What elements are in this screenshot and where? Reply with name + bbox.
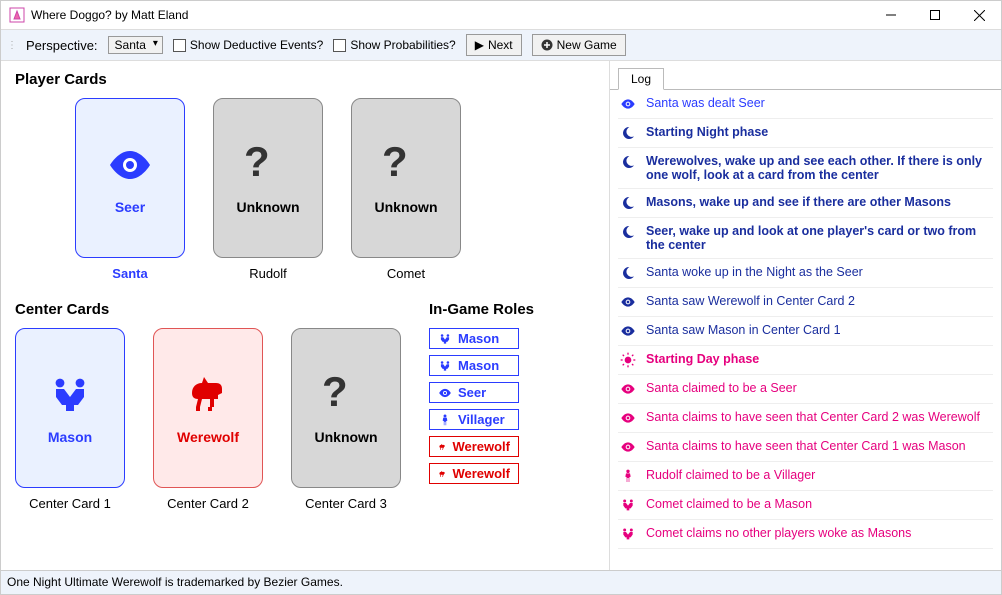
toolbar: ⋮ Perspective: Santa Show Deductive Even… [1,29,1001,61]
card-role: Unknown [375,199,438,215]
log-list[interactable]: Santa was dealt SeerStarting Night phase… [610,89,1001,570]
moon-icon [620,265,636,281]
mason-icon [620,526,636,542]
log-entry: Masons, wake up and see if there are oth… [618,189,993,218]
card[interactable]: ? Unknown Center Card 3 [291,328,401,511]
eye-icon [106,141,154,189]
tab-log[interactable]: Log [618,68,664,90]
wolf-icon [184,371,232,419]
show-deductive-checkbox[interactable]: Show Deductive Events? [173,38,323,52]
card-role: Mason [48,429,92,445]
log-entry: Starting Day phase [618,346,993,375]
card-name: Comet [387,266,425,281]
card-role: Unknown [315,429,378,445]
wolf-icon [438,467,446,481]
mason-icon [620,497,636,513]
perspective-label: Perspective: [26,38,98,53]
log-entry: Rudolf claimed to be a Villager [618,462,993,491]
mason-icon [46,371,94,419]
log-entry: Comet claimed to be a Mason [618,491,993,520]
window-title: Where Doggo? by Matt Eland [31,8,869,22]
person-icon [438,413,452,427]
question-icon: ? [382,141,430,189]
role-chip: Villager [429,409,519,430]
log-entry: Santa claims to have seen that Center Ca… [618,404,993,433]
moon-icon [620,154,636,170]
new-game-button[interactable]: New Game [532,34,626,56]
card-name: Rudolf [249,266,287,281]
role-chip: Seer [429,382,519,403]
log-entry: Werewolves, wake up and see each other. … [618,148,993,189]
status-bar: One Night Ultimate Werewolf is trademark… [1,570,1001,594]
sun-icon [620,352,636,368]
question-icon: ? [244,141,292,189]
eye-icon [620,381,636,397]
log-entry: Santa claims to have seen that Center Ca… [618,433,993,462]
log-panel: Log Santa was dealt SeerStarting Night p… [609,61,1001,570]
moon-icon [620,195,636,211]
log-entry: Santa claimed to be a Seer [618,375,993,404]
card-role: Seer [115,199,145,215]
card[interactable]: Werewolf Center Card 2 [153,328,263,511]
card-name: Center Card 1 [29,496,111,511]
card-name: Center Card 3 [305,496,387,511]
eye-icon [620,323,636,339]
log-entry: Santa saw Werewolf in Center Card 2 [618,288,993,317]
roles-heading: In-Game Roles [429,301,534,318]
mason-icon [438,359,452,373]
next-button[interactable]: ▶Next [466,34,522,56]
log-entry: Santa was dealt Seer [618,90,993,119]
role-chip: Mason [429,328,519,349]
app-icon [9,7,25,23]
card[interactable]: Mason Center Card 1 [15,328,125,511]
moon-icon [620,224,636,240]
card-name: Center Card 2 [167,496,249,511]
eye-icon [620,439,636,455]
player-cards-heading: Player Cards [15,71,595,88]
play-icon: ▶ [475,38,484,52]
close-button[interactable] [957,1,1001,29]
moon-icon [620,125,636,141]
person-icon [620,468,636,484]
perspective-select[interactable]: Santa [108,36,163,54]
eye-icon [620,294,636,310]
log-entry: Santa saw Mason in Center Card 1 [618,317,993,346]
eye-icon [620,96,636,112]
log-entry: Seer, wake up and look at one player's c… [618,218,993,259]
main-panel: Player Cards Seer Santa? Unknown Rudolf? Unk… [1,61,609,570]
question-icon: ? [322,371,370,419]
minimize-button[interactable] [869,1,913,29]
card-name: Santa [112,266,147,281]
card-role: Unknown [237,199,300,215]
wolf-icon [438,440,446,454]
show-probabilities-checkbox[interactable]: Show Probabilities? [333,38,455,52]
center-cards-heading: Center Cards [15,301,401,318]
log-entry: Santa woke up in the Night as the Seer [618,259,993,288]
role-chip: Werewolf [429,463,519,484]
toolbar-grip: ⋮ [7,40,16,51]
log-entry: Starting Night phase [618,119,993,148]
card[interactable]: Seer Santa [75,98,185,281]
eye-icon [620,410,636,426]
log-entry: Comet claims no other players woke as Ma… [618,520,993,549]
plus-circle-icon [541,39,553,51]
eye-icon [438,386,452,400]
role-chip: Mason [429,355,519,376]
card-role: Werewolf [177,429,239,445]
maximize-button[interactable] [913,1,957,29]
card[interactable]: ? Unknown Rudolf [213,98,323,281]
mason-icon [438,332,452,346]
titlebar: Where Doggo? by Matt Eland [1,1,1001,29]
role-chip: Werewolf [429,436,519,457]
card[interactable]: ? Unknown Comet [351,98,461,281]
